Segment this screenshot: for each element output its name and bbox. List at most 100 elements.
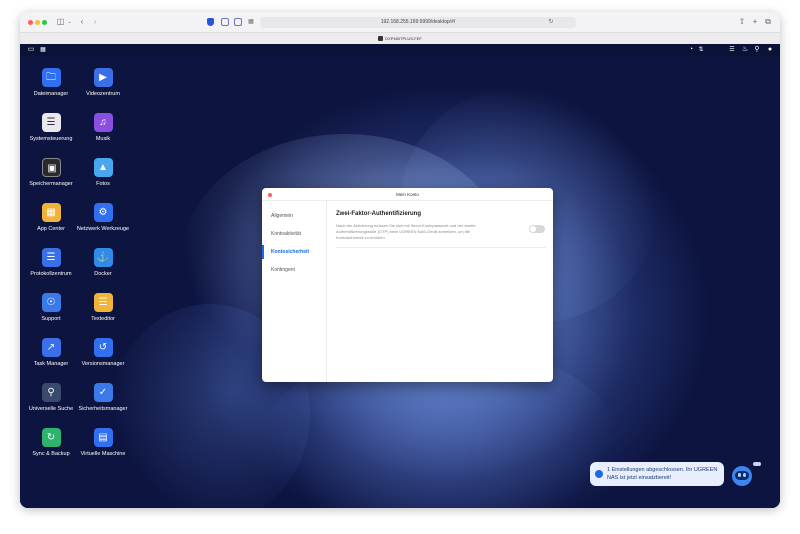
app-icon: ⚲ bbox=[41, 383, 61, 402]
vm-icon: ▤ bbox=[98, 432, 108, 443]
user-icon[interactable]: ● bbox=[766, 46, 774, 54]
app-musik[interactable]: ♫ Musik bbox=[72, 113, 134, 142]
privacy-shield-icon[interactable] bbox=[207, 18, 214, 26]
app-icon: ☰ bbox=[41, 113, 61, 132]
app-icon: ↗ bbox=[41, 338, 61, 357]
app-videozentrum[interactable]: ▶ Videozentrum bbox=[72, 68, 134, 97]
desktop-topbar: ▭ ▦ ◔ ⇅ ☰ ♨ ⚲ ● bbox=[20, 44, 780, 56]
close-window-button[interactable] bbox=[28, 20, 33, 25]
app-icon: ⚙ bbox=[93, 203, 113, 222]
zoom-window-button[interactable] bbox=[42, 20, 47, 25]
sidebar-item-allgemein[interactable]: Allgemein bbox=[262, 209, 327, 223]
mascot-face bbox=[735, 471, 749, 480]
history-icon: ↺ bbox=[98, 342, 108, 353]
network-tools-icon: ⚙ bbox=[98, 207, 108, 218]
sync-icon: ↻ bbox=[46, 432, 56, 443]
network-icon[interactable]: ⇅ bbox=[697, 46, 705, 54]
folder-icon: 🗀 bbox=[46, 72, 56, 83]
tab-bar: DXP480TPLUS-FEF bbox=[20, 32, 780, 44]
app-versionsmanager[interactable]: ↺ Versionsmanager bbox=[72, 338, 134, 367]
minimize-window-button[interactable] bbox=[35, 20, 40, 25]
browser-toolbar: ◫ ⌄ ‹ › ▦ 192.168.255.169:9999/desktop/#… bbox=[20, 12, 780, 32]
app-center-icon: ▦ bbox=[46, 207, 56, 218]
page-settings-icon[interactable]: ▦ bbox=[248, 17, 254, 27]
chevron-right-icon[interactable]: › bbox=[91, 17, 99, 27]
dialog-title: Mein Konto bbox=[396, 192, 419, 197]
app-icon: 🗀 bbox=[41, 68, 61, 87]
dialog-sidebar: Allgemein Kontoaktivität Kontosicherheit… bbox=[262, 201, 327, 382]
app-fotos[interactable]: ▲ Fotos bbox=[72, 158, 134, 187]
browser-window: ◫ ⌄ ‹ › ▦ 192.168.255.169:9999/desktop/#… bbox=[20, 12, 780, 508]
chevron-left-icon[interactable]: ‹ bbox=[78, 17, 86, 27]
account-dialog: Mein Konto Allgemein Kontoaktivität Kont… bbox=[262, 188, 553, 382]
app-icon: ☉ bbox=[41, 293, 61, 312]
sidebar-item-kontoaktivitaet[interactable]: Kontoaktivität bbox=[262, 227, 327, 241]
app-docker[interactable]: ⚓ Docker bbox=[72, 248, 134, 277]
extension-icon[interactable] bbox=[221, 18, 229, 26]
sidebar-icon[interactable]: ◫ bbox=[56, 17, 65, 27]
info-icon bbox=[595, 470, 603, 478]
bell-icon[interactable]: ♨ bbox=[741, 46, 749, 54]
app-label: Virtuelle Maschine bbox=[80, 451, 126, 457]
dialog-content: Zwei-Faktor-Authentifizierung Nach der A… bbox=[336, 210, 546, 248]
section-description: Nach der Aktivierung müssen Sie sich mit… bbox=[336, 223, 476, 240]
search-icon: ⚲ bbox=[47, 387, 55, 398]
app-texteditor[interactable]: ☰ Texteditor bbox=[72, 293, 134, 322]
assistant-mascot-icon[interactable] bbox=[732, 466, 752, 486]
share-icon[interactable]: ⇧ bbox=[738, 17, 746, 27]
app-label: Fotos bbox=[96, 181, 110, 187]
two-factor-toggle[interactable] bbox=[529, 225, 545, 233]
tabs-overview-icon[interactable]: ⧉ bbox=[764, 17, 772, 27]
log-icon: ☰ bbox=[46, 252, 56, 263]
docker-icon: ⚓ bbox=[96, 252, 110, 263]
task-icon[interactable]: ☰ bbox=[728, 46, 736, 54]
text-editor-icon: ☰ bbox=[98, 297, 108, 308]
mascot-eye bbox=[743, 473, 746, 477]
sidebar-item-kontingent[interactable]: Kontingent bbox=[262, 263, 327, 277]
mascot-bubble-icon bbox=[753, 462, 761, 466]
app-icon: ↺ bbox=[93, 338, 113, 357]
app-icon: ▤ bbox=[93, 428, 113, 447]
tab-active[interactable]: DXP480TPLUS-FEF bbox=[20, 34, 780, 43]
address-bar[interactable]: 192.168.255.169:9999/desktop/#/ bbox=[260, 17, 576, 28]
sidebar-item-label: Kontingent bbox=[271, 267, 295, 273]
screen-icon[interactable]: ▭ bbox=[27, 46, 35, 54]
app-icon: ☰ bbox=[93, 293, 113, 312]
app-label: Sicherheitsmanager bbox=[78, 406, 128, 412]
app-virtuelle-maschine[interactable]: ▤ Virtuelle Maschine bbox=[72, 428, 134, 457]
reload-icon[interactable]: ↻ bbox=[547, 17, 555, 27]
active-indicator bbox=[262, 245, 264, 259]
app-icon: ☰ bbox=[41, 248, 61, 267]
sidebar-item-label: Kontosicherheit bbox=[271, 249, 310, 255]
setup-notification[interactable]: 1 Einstellungen abgeschlossen. Ihr UGREE… bbox=[590, 462, 724, 486]
chevron-down-icon[interactable]: ⌄ bbox=[67, 17, 72, 27]
divider bbox=[336, 247, 546, 248]
extension-icon[interactable] bbox=[234, 18, 242, 26]
app-icon: ⚓ bbox=[93, 248, 113, 267]
app-sicherheitsmanager[interactable]: ✓ Sicherheitsmanager bbox=[72, 383, 134, 412]
grid-icon[interactable]: ▦ bbox=[39, 46, 47, 54]
plus-icon[interactable]: + bbox=[751, 17, 759, 27]
favicon-icon bbox=[378, 36, 384, 42]
app-icon: ▦ bbox=[41, 203, 61, 222]
app-netzwerk-werkzeuge[interactable]: ⚙ Netzwerk Werkzeuge bbox=[72, 203, 134, 232]
sidebar-item-kontosicherheit[interactable]: Kontosicherheit bbox=[262, 245, 327, 259]
app-label: Videozentrum bbox=[86, 91, 120, 97]
search-icon[interactable]: ⚲ bbox=[753, 46, 761, 54]
notification-text: 1 Einstellungen abgeschlossen. Ihr UGREE… bbox=[607, 467, 718, 481]
nas-desktop: ▭ ▦ ◔ ⇅ ☰ ♨ ⚲ ● 🗀 Dateimanager ▶ Videoze… bbox=[20, 44, 780, 508]
app-icon: ▣ bbox=[41, 158, 61, 177]
app-label: Texteditor bbox=[91, 316, 115, 322]
app-icon: ✓ bbox=[93, 383, 113, 402]
gauge-icon[interactable]: ◔ bbox=[687, 46, 695, 54]
image-icon: ▲ bbox=[98, 162, 108, 173]
tab-title: DXP480TPLUS-FEF bbox=[385, 36, 422, 41]
sidebar-item-label: Allgemein bbox=[271, 213, 293, 219]
app-icon: ▲ bbox=[93, 158, 113, 177]
app-icon: ♫ bbox=[93, 113, 113, 132]
url-text: 192.168.255.169:9999/desktop/#/ bbox=[380, 19, 456, 25]
app-label: Netzwerk Werkzeuge bbox=[76, 226, 130, 232]
section-title: Zwei-Faktor-Authentifizierung bbox=[336, 211, 421, 217]
app-label: Versionsmanager bbox=[81, 361, 125, 367]
bulb-icon: ☉ bbox=[46, 297, 56, 308]
